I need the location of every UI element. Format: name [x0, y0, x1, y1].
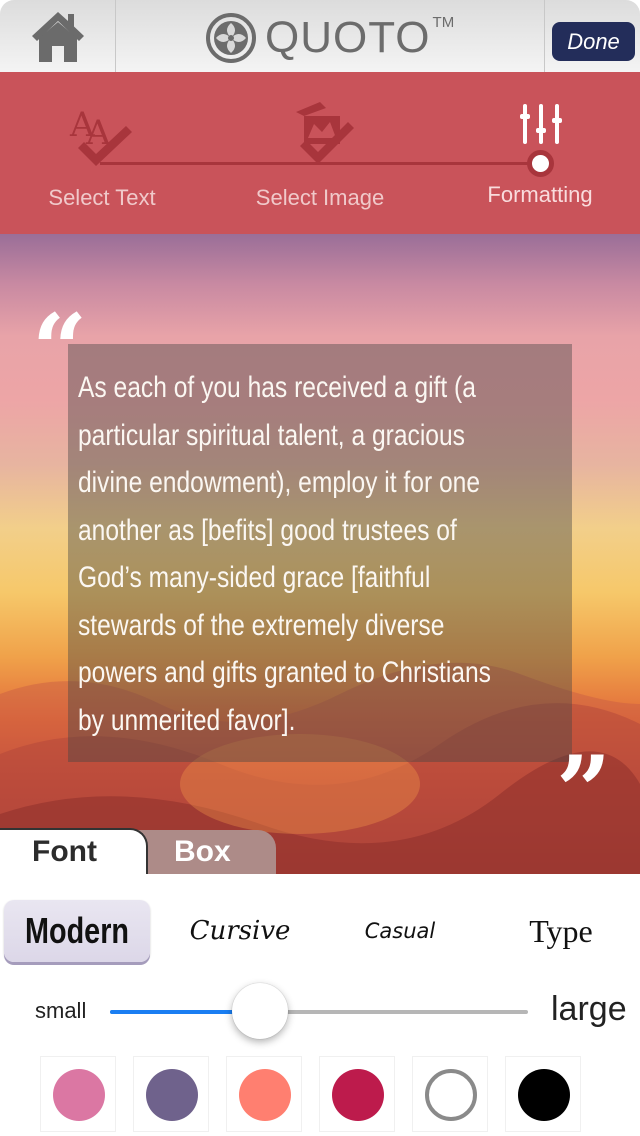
top-nav-bar: QUOTO TM Done: [0, 0, 640, 72]
home-button[interactable]: [0, 0, 116, 72]
step-label: Formatting: [487, 182, 593, 207]
progress-steps: A A Select Text Select Image Formatting: [0, 72, 640, 234]
step-select-image[interactable]: Select Image: [220, 72, 420, 234]
slider-thumb[interactable]: [232, 983, 289, 1039]
quote-line: God’s many-sided grace [faithful: [78, 561, 431, 594]
quote-preview: “ As each of you has received a gift (a …: [0, 234, 640, 874]
color-swatch-white[interactable]: [412, 1056, 488, 1132]
color-dot: [146, 1069, 198, 1121]
home-icon: [31, 12, 84, 62]
color-dot: [53, 1069, 105, 1121]
text-aa-check-icon: A A: [69, 105, 132, 166]
font-option-label: Modern: [25, 910, 129, 951]
quote-line: divine endowment), employ it for one: [78, 466, 481, 499]
color-swatch-purple[interactable]: [133, 1056, 209, 1132]
tab-box[interactable]: Box: [132, 830, 276, 874]
quote-line: As each of you has received a gift (a: [78, 371, 476, 404]
step-label: Select Image: [255, 185, 385, 210]
trademark: TM: [432, 13, 455, 31]
quote-text[interactable]: As each of you has received a gift (a pa…: [78, 364, 570, 744]
font-panel: Modern Cursive Casual Type small large: [0, 874, 640, 1136]
color-swatch-pink[interactable]: [40, 1056, 116, 1132]
font-option-cursive[interactable]: Cursive: [170, 900, 310, 962]
color-swatches: [40, 1056, 600, 1132]
app-name: QUOTO: [265, 13, 431, 62]
font-option-modern[interactable]: Modern: [4, 900, 150, 962]
quote-line: powers and gifts granted to Christians: [78, 656, 491, 689]
color-dot: [425, 1069, 477, 1121]
current-step-indicator: [527, 150, 554, 177]
font-option-type[interactable]: Type: [500, 900, 622, 962]
color-swatch-crimson[interactable]: [319, 1056, 395, 1132]
font-size-slider[interactable]: [110, 983, 528, 1039]
image-check-icon: [296, 102, 354, 164]
tab-font[interactable]: Font: [0, 828, 148, 874]
step-label: Select Text: [48, 185, 156, 210]
done-button[interactable]: Done: [552, 22, 635, 61]
quote-line: another as [befits] good trustees of: [78, 513, 457, 547]
size-min-label: small: [35, 998, 87, 1023]
sliders-icon: [520, 104, 562, 144]
size-max-label: large: [551, 990, 627, 1028]
quote-line: particular spiritual talent, a gracious: [78, 418, 465, 452]
done-area: Done: [544, 0, 640, 72]
color-swatch-black[interactable]: [505, 1056, 581, 1132]
close-quote-mark: ”: [556, 735, 612, 848]
quoto-editor-screen: QUOTO TM Done A A Select Text Select Ima: [0, 0, 640, 1136]
color-dot: [518, 1069, 570, 1121]
color-swatch-salmon[interactable]: [226, 1056, 302, 1132]
font-option-casual[interactable]: Casual: [340, 900, 460, 962]
quote-line: stewards of the extremely diverse: [78, 608, 445, 642]
app-logo: QUOTO TM: [205, 10, 454, 66]
color-dot: [239, 1069, 291, 1121]
quoto-swirl-icon: [206, 13, 256, 63]
step-select-text[interactable]: A A Select Text: [2, 72, 202, 234]
color-dot: [332, 1069, 384, 1121]
quote-line: by unmerited favor].: [78, 703, 296, 737]
